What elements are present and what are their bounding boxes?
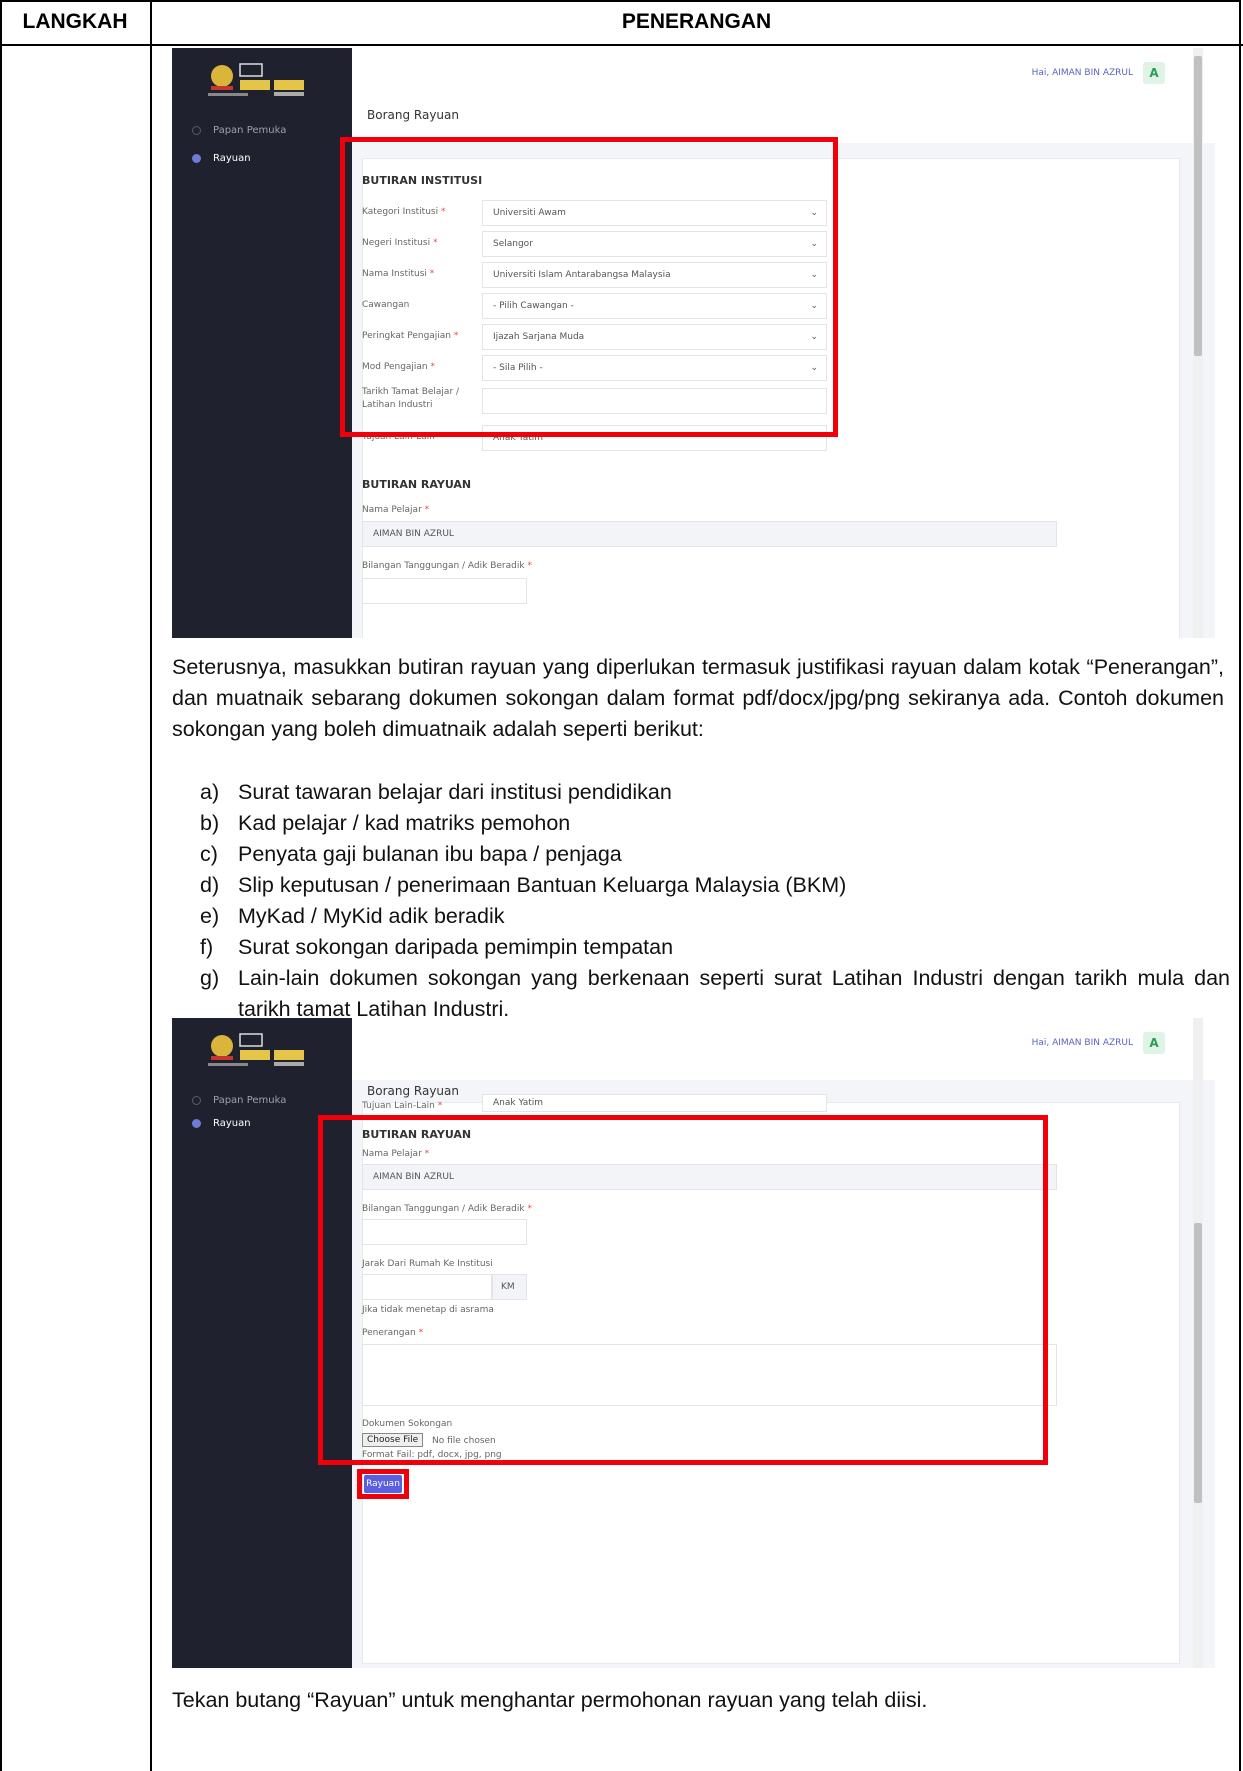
screenshot-form-rayuan: Papan Pemuka Rayuan Hai, AIMAN BIN AZRUL… [172, 1018, 1215, 1668]
list-item: c) Penyata gaji bulanan ibu bapa / penjag… [200, 842, 622, 866]
appeal-icon [192, 1119, 201, 1128]
list-item: d) Slip keputusan / penerimaan Bantuan Ke… [200, 873, 847, 897]
field-label: Nama Pelajar * [362, 505, 430, 515]
highlight-box-institusi [340, 137, 838, 437]
list-item: f) Surat sokongan daripada pemimpin tempa… [200, 935, 674, 959]
nama-pelajar-input[interactable]: AIMAN BIN AZRUL [362, 521, 1057, 547]
list-item: a) Surat tawaran belajar dari institusi p… [200, 780, 672, 804]
avatar[interactable]: A [1143, 62, 1165, 84]
header-penerangan: PENERANGAN [621, 10, 772, 33]
page-title: Borang Rayuan [367, 108, 459, 122]
bilangan-input[interactable] [362, 578, 527, 604]
highlight-box-button [357, 1469, 409, 1499]
sidebar-item-papan-pemuka[interactable]: Papan Pemuka [192, 125, 286, 136]
scrollbar-thumb[interactable] [1194, 56, 1202, 356]
screenshot-form-institusi: Papan Pemuka Rayuan Hai, AIMAN BIN AZRUL… [172, 48, 1215, 638]
header-divider [0, 44, 1243, 46]
list-item: b) Kad pelajar / kad matriks pemohon [200, 811, 571, 835]
peranti-siswa-logo [204, 1030, 326, 1070]
user-greeting[interactable]: Hai, AIMAN BIN AZRUL A [1032, 1032, 1165, 1054]
list-item: e) MyKad / MyKid adik beradik [200, 904, 505, 928]
list-item: g) Lain-lain dokumen sokongan yang berken… [200, 966, 1230, 1021]
greeting-text: Hai, AIMAN BIN AZRUL [1031, 1038, 1133, 1048]
sidebar-item-label: Rayuan [213, 1118, 251, 1129]
sidebar-item-label: Papan Pemuka [213, 1095, 287, 1106]
field-label: Tujuan Lain-Lain * [362, 1101, 443, 1111]
instruction-paragraph: Seterusnya, masukkan butiran rayuan yang… [172, 655, 1224, 741]
page-title: Borang Rayuan [367, 1084, 459, 1098]
document-page: LANGKAH PENERANGAN Papan Pemuka Rayuan H… [0, 0, 1243, 1771]
appeal-icon [192, 154, 201, 163]
peranti-siswa-logo [204, 60, 326, 100]
sidebar-item-papan-pemuka[interactable]: Papan Pemuka [192, 1095, 286, 1106]
tujuan-lain-input[interactable]: Anak Yatim [482, 1094, 827, 1112]
sidebar-item-rayuan[interactable]: Rayuan [192, 153, 251, 164]
topbar: Hai, AIMAN BIN AZRUL A [352, 48, 1215, 143]
topbar: Hai, AIMAN BIN AZRUL A [352, 1018, 1215, 1080]
column-divider [150, 0, 152, 1771]
greeting-text: Hai, AIMAN BIN AZRUL [1031, 68, 1133, 78]
document-list: a) Surat tawaran belajar dari institusi p… [200, 777, 1230, 1025]
sidebar-item-label: Rayuan [213, 153, 251, 164]
sidebar-item-rayuan[interactable]: Rayuan [192, 1118, 251, 1129]
user-greeting[interactable]: Hai, AIMAN BIN AZRUL A [1032, 62, 1165, 84]
header-langkah: LANGKAH [22, 10, 128, 33]
field-label: Bilangan Tanggungan / Adik Beradik * [362, 561, 532, 571]
sidebar-item-label: Papan Pemuka [213, 125, 287, 136]
closing-instruction: Tekan butang “Rayuan” untuk menghantar p… [172, 1688, 928, 1712]
highlight-box-rayuan [318, 1115, 1048, 1465]
sidebar: Papan Pemuka Rayuan [172, 48, 352, 638]
dashboard-icon [192, 126, 201, 135]
scrollbar-thumb[interactable] [1194, 1223, 1202, 1503]
section-title-rayuan: BUTIRAN RAYUAN [362, 478, 472, 491]
avatar[interactable]: A [1143, 1032, 1165, 1054]
dashboard-icon [192, 1096, 201, 1105]
